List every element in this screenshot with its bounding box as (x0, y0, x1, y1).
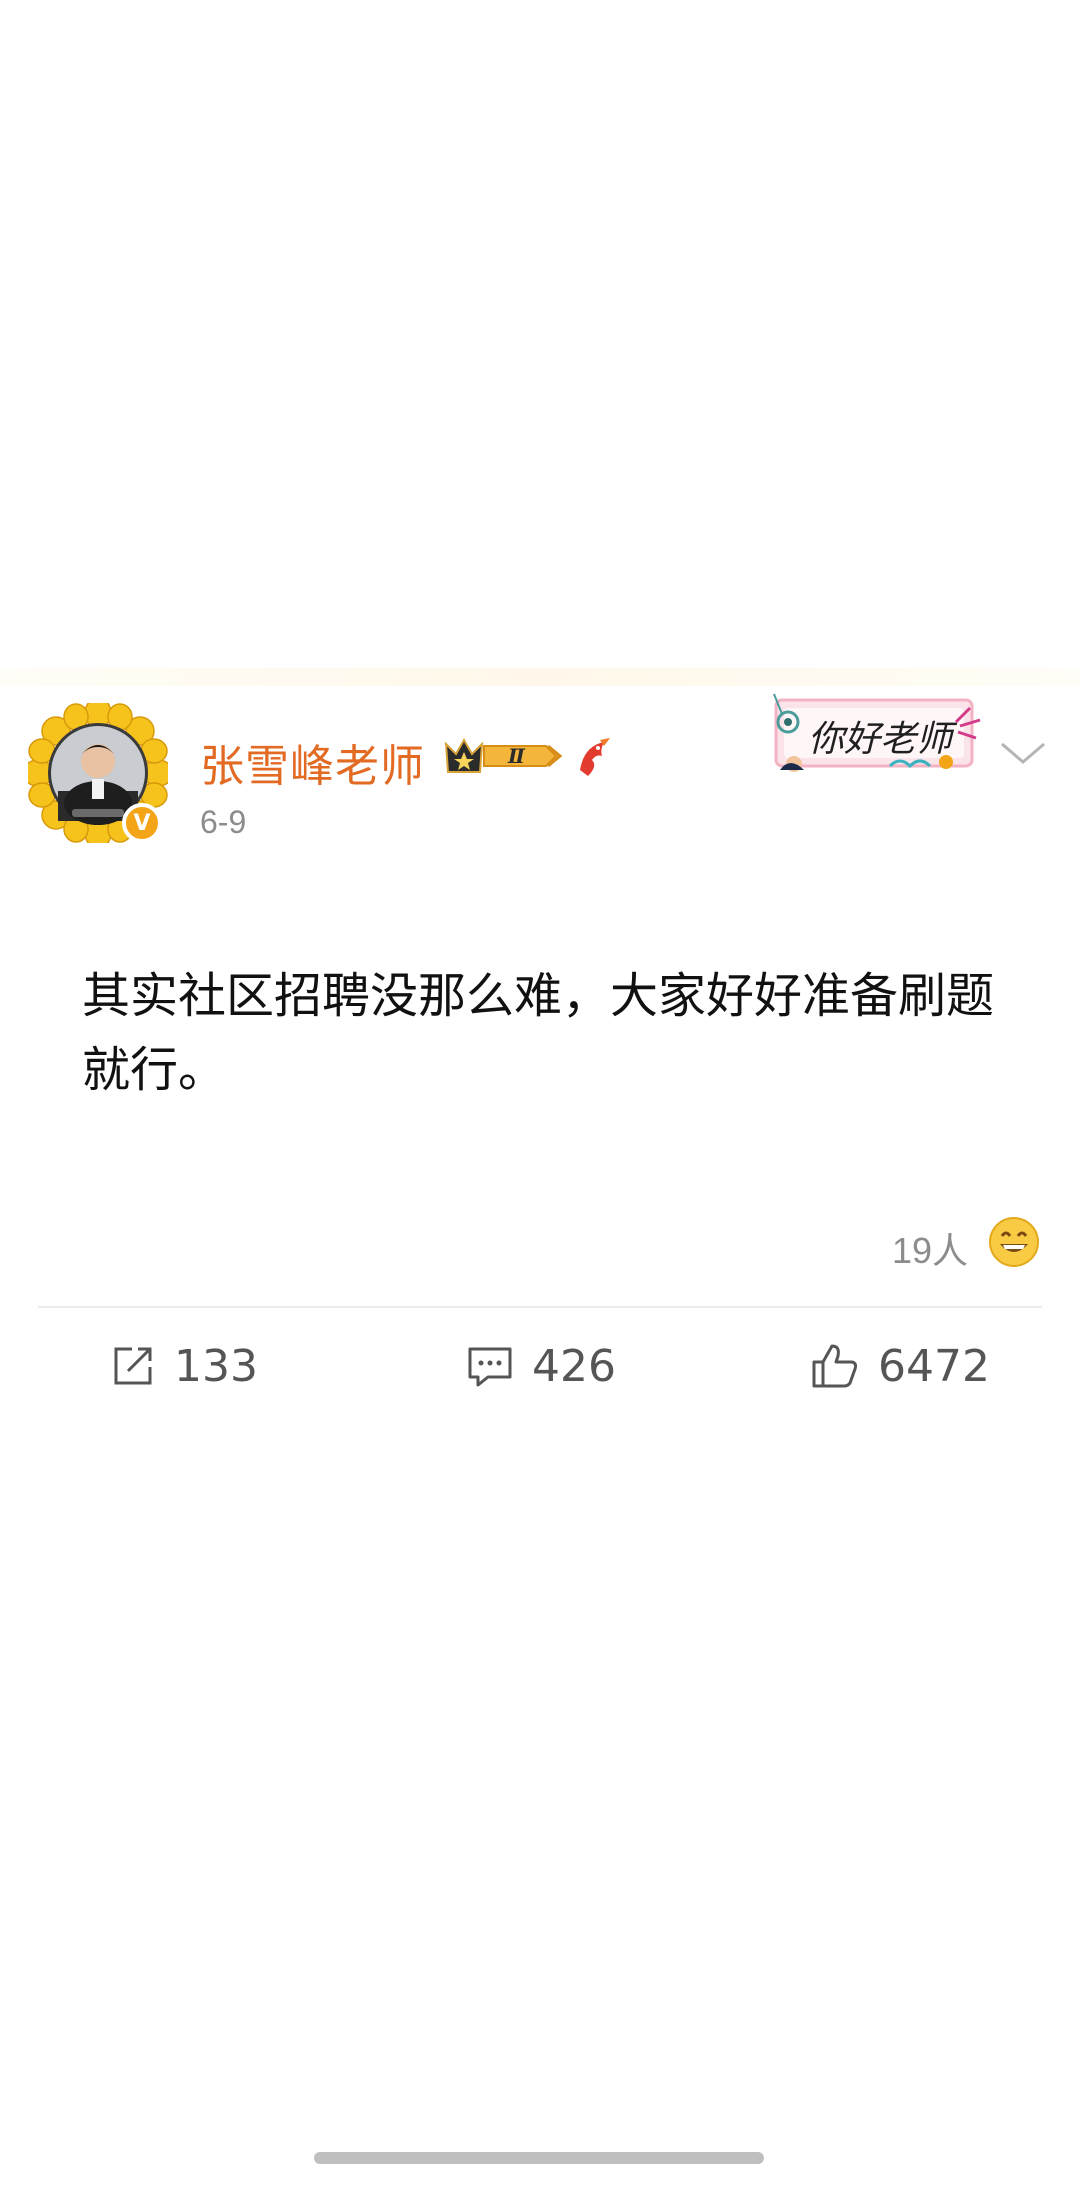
vip-level-text: Ⅱ (507, 744, 526, 768)
red-fish-icon (580, 738, 610, 776)
sticker-text: 你好老师 (808, 719, 953, 760)
home-indicator[interactable] (314, 2152, 764, 2164)
thumbs-up-icon (812, 1344, 858, 1388)
card-top-border (0, 668, 1080, 686)
like-button[interactable]: 6472 (810, 1338, 990, 1394)
avatar[interactable]: V (28, 703, 168, 853)
reaction-count[interactable]: 19人 (892, 1222, 968, 1274)
empty-top-area (0, 0, 1080, 668)
post-text: 其实社区招聘没那么难，大家好好准备刷题就行。 (82, 970, 995, 1097)
comment-icon (468, 1347, 512, 1387)
repost-icon (114, 1347, 152, 1385)
post-date: 6-9 (200, 804, 247, 840)
crown-vip-badge-icon[interactable]: Ⅱ (442, 734, 566, 778)
comment-count: 426 (532, 1340, 616, 1392)
repost-count: 133 (174, 1340, 258, 1392)
like-count: 6472 (878, 1340, 990, 1392)
chevron-down-icon[interactable] (998, 738, 1048, 768)
repost-button[interactable]: 133 (110, 1338, 258, 1394)
comment-button[interactable]: 426 (466, 1338, 616, 1394)
verified-badge: V (122, 803, 162, 843)
grinning-emoji-icon[interactable] (988, 1216, 1040, 1268)
divider (38, 1306, 1042, 1308)
author-name[interactable]: 张雪峰老师 (200, 730, 425, 794)
